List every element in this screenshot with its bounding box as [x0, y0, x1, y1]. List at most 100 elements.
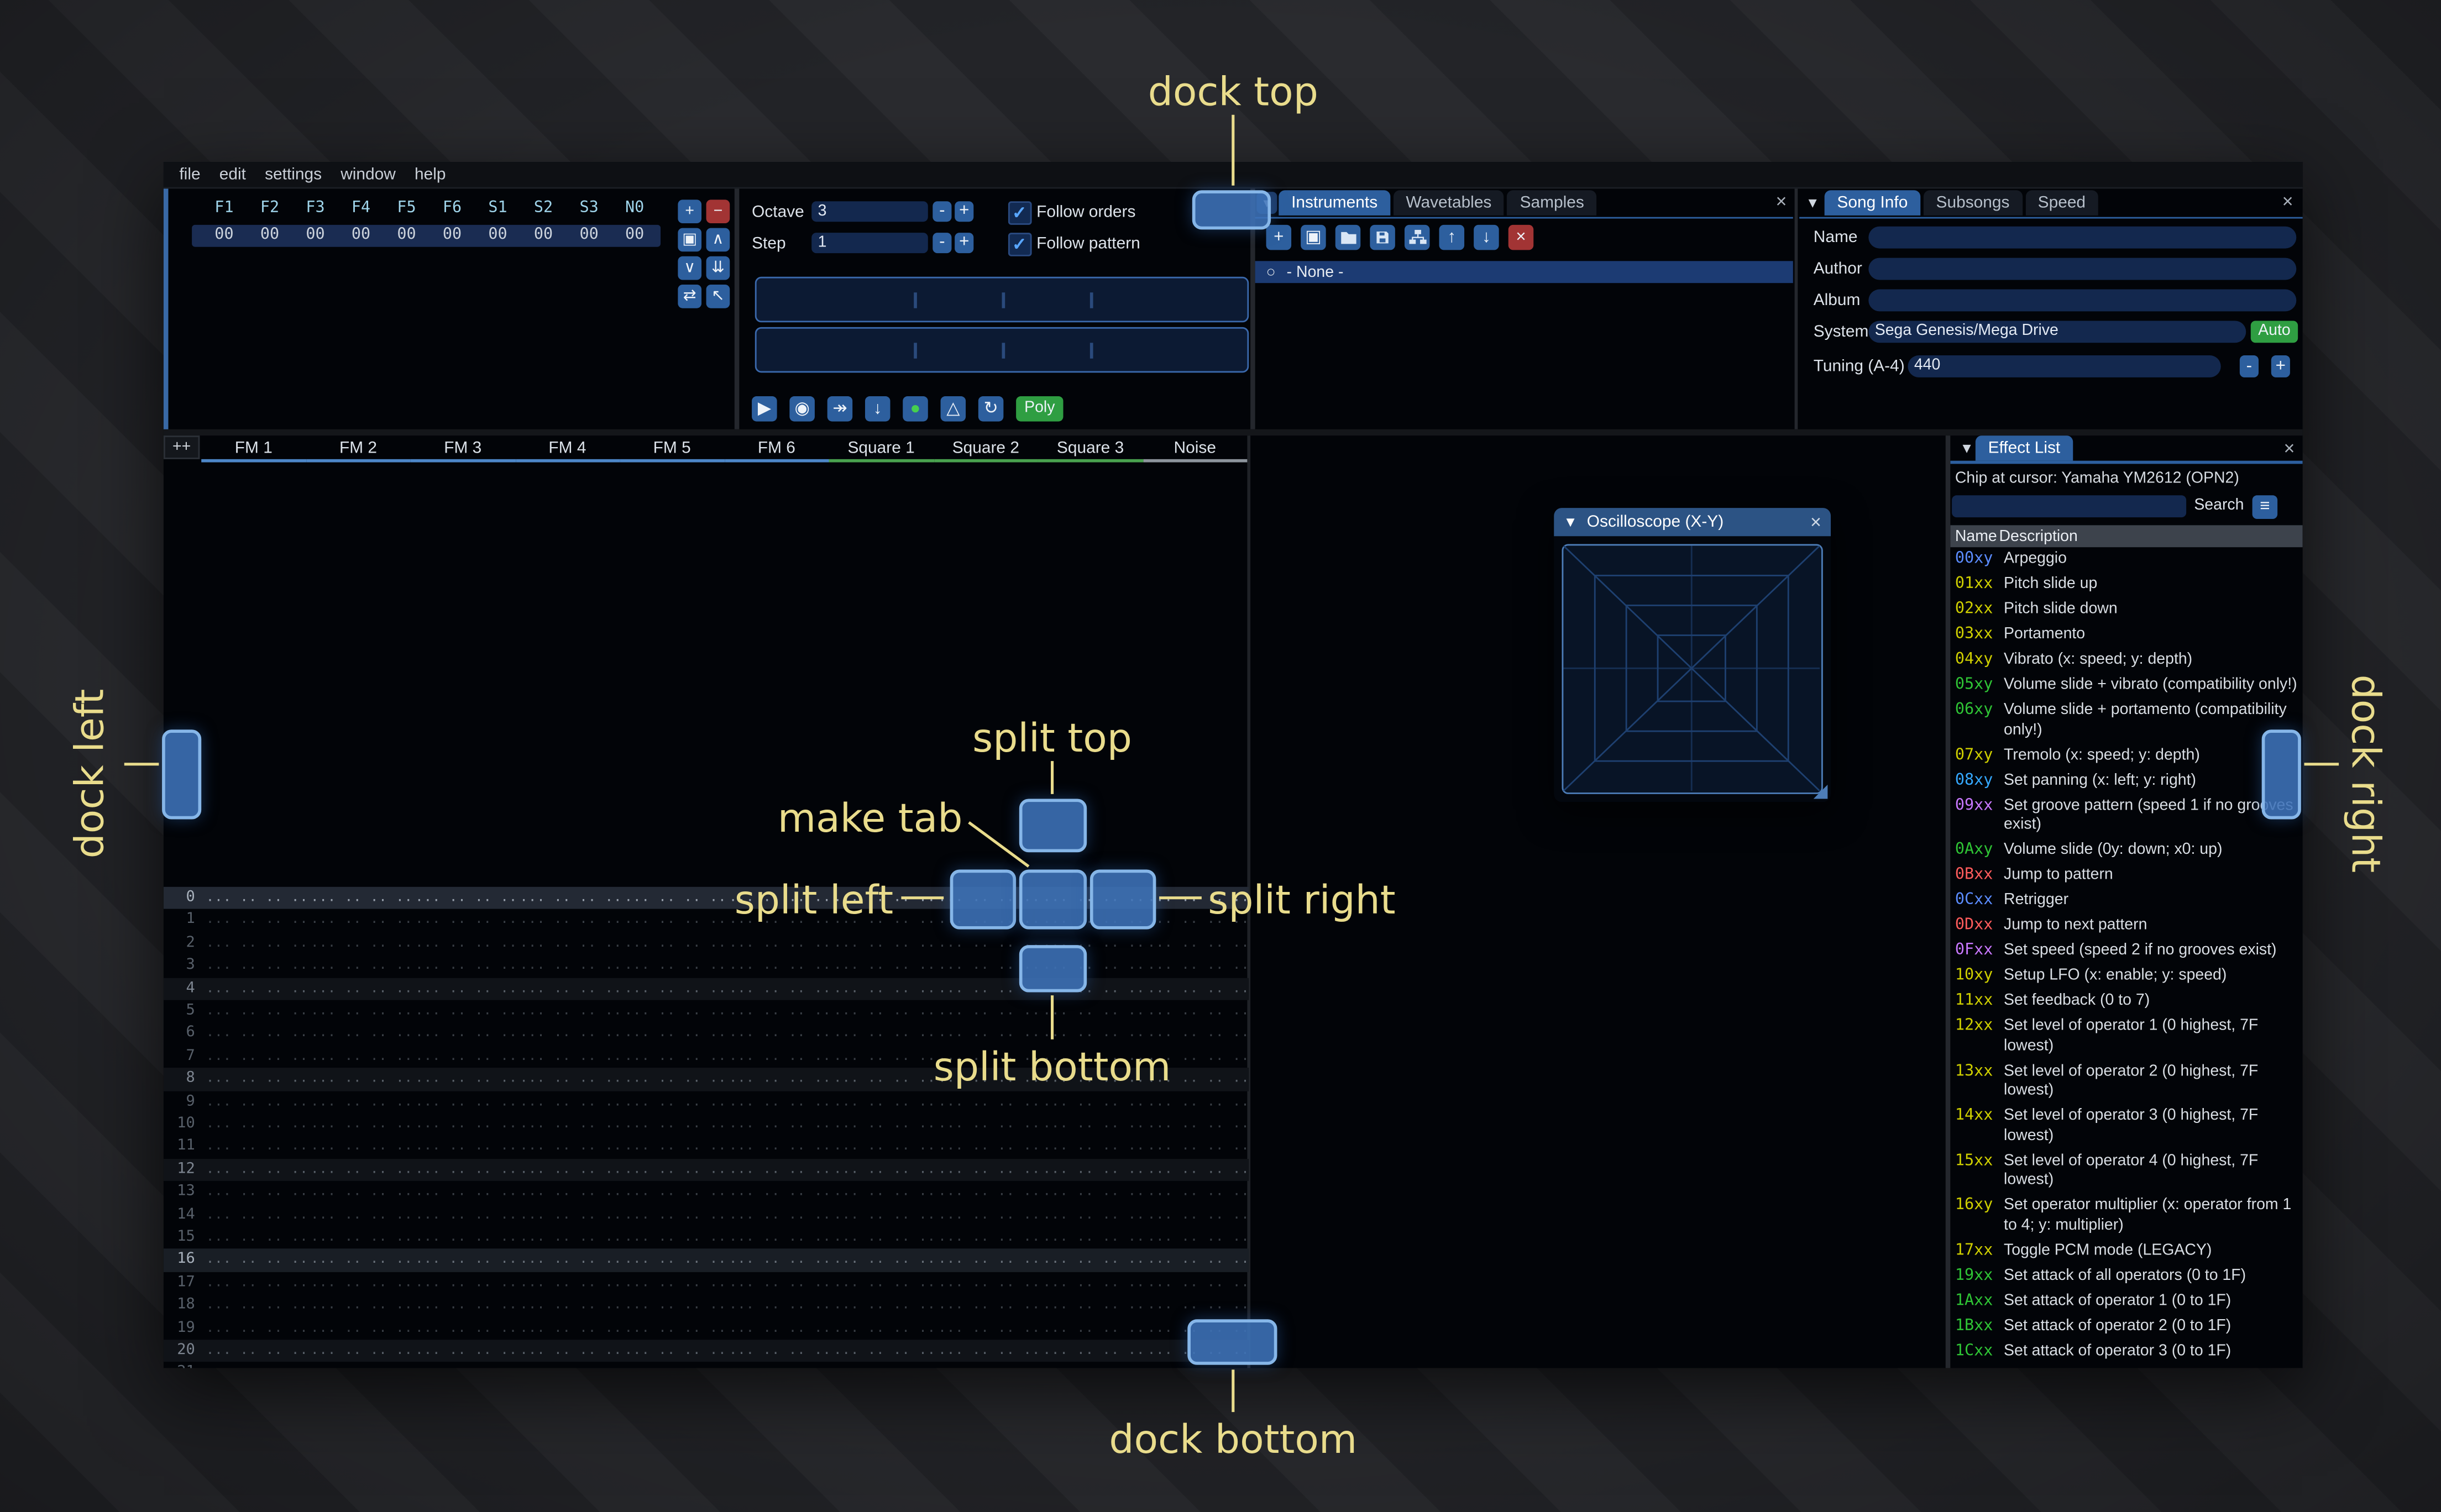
splitter[interactable] — [163, 429, 2303, 436]
pattern-cell[interactable]: ... .. .. .... — [411, 1162, 515, 1177]
pattern-cell[interactable]: ... .. .. .... — [515, 958, 620, 973]
pattern-cell[interactable]: ... .. .. .... — [306, 1026, 411, 1041]
step-input[interactable]: 1 — [811, 233, 928, 254]
orders-cell[interactable]: 00 — [292, 227, 338, 244]
pattern-cell[interactable]: ... .. .. .... — [201, 1116, 306, 1132]
piano-keyboard-lower[interactable] — [755, 327, 1249, 373]
orders-change-order-mode-button[interactable]: ⇄ — [678, 285, 702, 308]
pattern-cell[interactable]: ... .. .. .... — [934, 1252, 1038, 1268]
play-button[interactable]: ▶ — [752, 396, 777, 422]
pattern-cell[interactable]: ... .. .. .... — [201, 1094, 306, 1109]
pattern-cell[interactable]: ... .. .. .... — [724, 1048, 829, 1064]
pattern-cell[interactable]: ... .. .. .... — [411, 1048, 515, 1064]
instrument-add-button[interactable]: + — [1266, 224, 1292, 250]
pattern-cell[interactable]: ... .. .. .... — [1143, 1207, 1248, 1222]
name-input[interactable] — [1868, 226, 2297, 249]
pattern-row[interactable]: 6... .. .. ....... .. .. ....... .. .. .… — [164, 1023, 1249, 1046]
pattern-cell[interactable]: ... .. .. .... — [829, 1139, 934, 1154]
pattern-cell[interactable]: ... .. .. .... — [411, 1366, 515, 1368]
pattern-cell[interactable]: ... .. .. .... — [1143, 1116, 1248, 1132]
pattern-cell[interactable]: ... .. .. .... — [306, 980, 411, 996]
pattern-cell[interactable]: ... .. .. .... — [411, 912, 515, 928]
oscilloscope-titlebar[interactable]: ▼ Oscilloscope (X-Y) × — [1554, 508, 1831, 537]
system-auto-button[interactable]: Auto — [2250, 321, 2298, 343]
pattern-cell[interactable]: ... .. .. .... — [515, 935, 620, 951]
octave-input[interactable]: 3 — [811, 201, 928, 222]
pattern-cell[interactable]: ... .. .. .... — [724, 958, 829, 973]
pattern-cell[interactable]: ... .. .. .... — [829, 1230, 934, 1245]
pattern-cell[interactable]: ... .. .. .... — [829, 1252, 934, 1268]
pattern-cell[interactable]: ... .. .. .... — [829, 958, 934, 973]
pattern-cell[interactable]: ... .. .. .... — [1038, 1003, 1143, 1019]
pattern-cell[interactable]: ... .. .. .... — [1038, 1343, 1143, 1358]
pattern-cell[interactable]: ... .. .. .... — [201, 935, 306, 951]
pattern-row[interactable]: 11... .. .. ....... .. .. ....... .. .. … — [164, 1136, 1249, 1158]
pattern-row[interactable]: 21... .. .. ....... .. .. ....... .. .. … — [164, 1362, 1249, 1368]
pattern-cell[interactable]: ... .. .. .... — [306, 1184, 411, 1200]
pattern-cell[interactable]: ... .. .. .... — [829, 935, 934, 951]
pattern-cell[interactable]: ... .. .. .... — [515, 890, 620, 905]
pattern-cell[interactable]: ... .. .. .... — [411, 1207, 515, 1222]
pattern-cell[interactable]: ... .. .. .... — [1038, 1184, 1143, 1200]
tab-subsongs[interactable]: Subsongs — [1923, 190, 2023, 216]
poly-button[interactable]: Poly — [1016, 396, 1064, 422]
step-decrease-button[interactable]: - — [933, 233, 952, 254]
pattern-row[interactable]: 15... .. .. ....... .. .. ....... .. .. … — [164, 1226, 1249, 1249]
orders-cell[interactable]: 00 — [429, 227, 475, 244]
orders-duplicate-to-end-button[interactable]: ⇊ — [706, 256, 730, 280]
step-increase-button[interactable]: + — [955, 233, 974, 254]
pattern-cell[interactable]: ... .. .. .... — [306, 1343, 411, 1358]
splitter[interactable] — [734, 188, 740, 429]
pattern-cell[interactable]: ... .. .. .... — [829, 1207, 934, 1222]
pattern-cell[interactable]: ... .. .. .... — [620, 1094, 725, 1109]
pattern-cell[interactable]: ... .. .. .... — [724, 1162, 829, 1177]
pattern-row[interactable]: 5... .. .. ....... .. .. ....... .. .. .… — [164, 1000, 1249, 1023]
pattern-cell[interactable]: ... .. .. .... — [620, 1275, 725, 1290]
pattern-cell[interactable]: ... .. .. .... — [1143, 1252, 1248, 1268]
pattern-cell[interactable]: ... .. .. .... — [934, 1298, 1038, 1313]
pattern-cell[interactable]: ... .. .. .... — [620, 1320, 725, 1336]
pattern-row[interactable]: 18... .. .. ....... .. .. ....... .. .. … — [164, 1294, 1249, 1317]
tab-speed[interactable]: Speed — [2025, 190, 2098, 216]
pattern-cell[interactable]: ... .. .. .... — [1038, 1275, 1143, 1290]
close-effect-list-icon[interactable]: × — [2283, 439, 2295, 458]
pattern-row[interactable]: 9... .. .. ....... .. .. ....... .. .. .… — [164, 1091, 1249, 1114]
pattern-cell[interactable]: ... .. .. .... — [620, 1184, 725, 1200]
pattern-cell[interactable]: ... .. .. .... — [411, 980, 515, 996]
pattern-cell[interactable]: ... .. .. .... — [201, 1230, 306, 1245]
follow-pattern-checkbox[interactable] — [1008, 233, 1032, 256]
pattern-cell[interactable]: ... .. .. .... — [411, 1184, 515, 1200]
pattern-cell[interactable]: ... .. .. .... — [1038, 1162, 1143, 1177]
pattern-cell[interactable]: ... .. .. .... — [201, 912, 306, 928]
pattern-cell[interactable]: ... .. .. .... — [515, 1320, 620, 1336]
pattern-cell[interactable]: ... .. .. .... — [620, 890, 725, 905]
pattern-cell[interactable]: ... .. .. .... — [620, 1116, 725, 1132]
pattern-cell[interactable]: ... .. .. .... — [1143, 1003, 1248, 1019]
pattern-cell[interactable]: ... .. .. .... — [306, 1071, 411, 1086]
pattern-cell[interactable]: ... .. .. .... — [1143, 1094, 1248, 1109]
pattern-cell[interactable]: ... .. .. .... — [515, 1139, 620, 1154]
pattern-cell[interactable]: ... .. .. .... — [411, 1026, 515, 1041]
splitter[interactable] — [1794, 188, 1798, 429]
pattern-cell[interactable]: ... .. .. .... — [1143, 1230, 1248, 1245]
orders-cell[interactable]: 00 — [338, 227, 384, 244]
pattern-cell[interactable]: ... .. .. .... — [306, 1116, 411, 1132]
menu-item-edit[interactable]: edit — [210, 165, 255, 184]
pattern-cell[interactable]: ... .. .. .... — [724, 1003, 829, 1019]
pattern-cell[interactable]: ... .. .. .... — [620, 1207, 725, 1222]
pattern-cell[interactable]: ... .. .. .... — [411, 958, 515, 973]
pattern-cell[interactable]: ... .. .. .... — [934, 1366, 1038, 1368]
pattern-cell[interactable]: ... .. .. .... — [620, 1230, 725, 1245]
effect-list-menu-icon[interactable]: ≡ — [2252, 495, 2278, 519]
pattern-cell[interactable]: ... .. .. .... — [724, 1275, 829, 1290]
pattern-cell[interactable]: ... .. .. .... — [306, 935, 411, 951]
pattern-cell[interactable]: ... .. .. .... — [620, 980, 725, 996]
pattern-cell[interactable]: ... .. .. .... — [934, 1275, 1038, 1290]
pattern-cell[interactable]: ... .. .. .... — [724, 1184, 829, 1200]
pattern-cell[interactable]: ... .. .. .... — [515, 1071, 620, 1086]
pattern-cell[interactable]: ... .. .. .... — [1038, 1139, 1143, 1154]
orders-cell[interactable]: 00 — [566, 227, 612, 244]
pattern-cell[interactable]: ... .. .. .... — [724, 1366, 829, 1368]
pattern-cell[interactable]: ... .. .. .... — [1143, 1275, 1248, 1290]
metronome-button[interactable]: △ — [940, 396, 966, 422]
